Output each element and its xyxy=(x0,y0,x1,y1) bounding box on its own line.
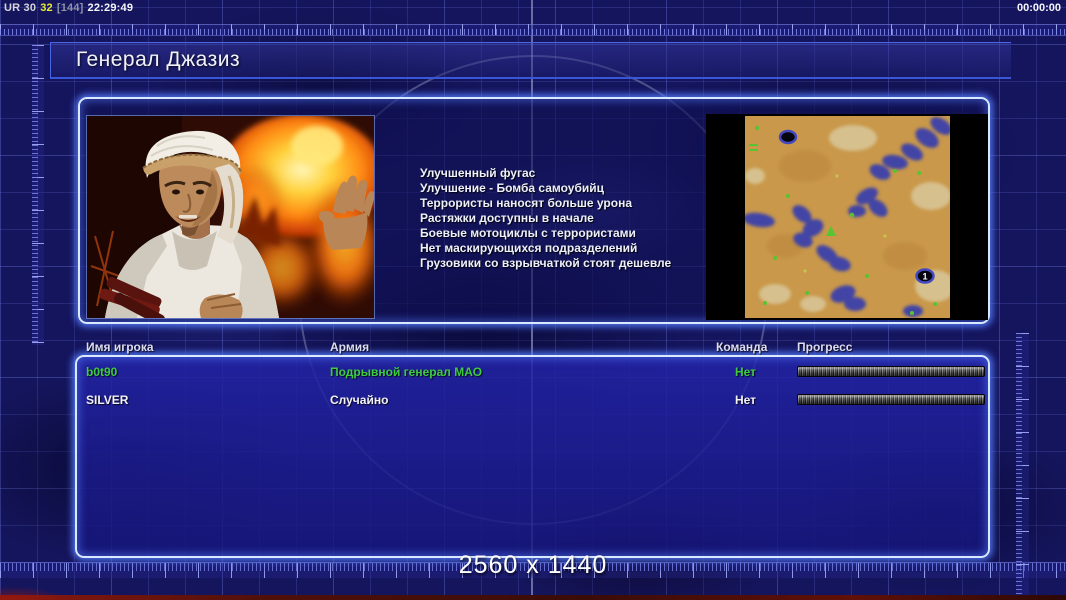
fps-value: 32 xyxy=(40,2,53,14)
ruler-top xyxy=(0,24,1066,36)
local-time: 22:29:49 xyxy=(87,2,134,14)
title-bar: Генерал Джазиз xyxy=(50,42,1011,79)
general-bonus-list: Улучшенный фугас Улучшение - Бомба самоу… xyxy=(420,166,671,271)
bottom-red-strip xyxy=(0,595,1066,600)
ruler-left xyxy=(32,45,44,345)
column-header-team: Команда xyxy=(716,340,768,354)
bonus-item: Террористы наносят больше урона xyxy=(420,196,633,210)
fps-label: UR 30 xyxy=(4,2,37,14)
bonus-item: Растяжки доступны в начале xyxy=(420,211,594,225)
player-army: Случайно xyxy=(330,393,389,407)
fps-bracket-value: [144] xyxy=(56,2,84,14)
loading-progress-bar xyxy=(797,366,985,377)
page-title: Генерал Джазиз xyxy=(76,48,241,71)
bottom-left-red-glow xyxy=(0,578,90,600)
game-timer: 00:00:00 xyxy=(1016,2,1061,14)
column-header-player-name: Имя игрока xyxy=(86,340,154,354)
player-name: b0t90 xyxy=(86,365,118,379)
bonus-item: Улучшение - Бомба самоубийц xyxy=(420,181,604,195)
player-team: Нет xyxy=(735,393,757,407)
bonus-item: Улучшенный фугас xyxy=(420,166,536,180)
player-name: SILVER xyxy=(86,393,129,407)
bonus-item: Боевые мотоциклы с террористами xyxy=(420,226,636,240)
loading-progress-bar xyxy=(797,394,985,405)
general-portrait-image xyxy=(86,115,375,319)
resolution-label: 2560 x 1440 xyxy=(458,551,608,579)
fps-status-readout: UR 30 32 [144] 22:29:49 xyxy=(4,2,137,14)
bonus-item: Нет маскирующихся подразделений xyxy=(420,241,638,255)
loading-screen: UR 30 32 [144] 22:29:49 00:00:00 Генерал Дж… xyxy=(0,0,1066,600)
start-position-number: 1 xyxy=(922,272,927,282)
column-header-progress: Прогресс xyxy=(797,340,853,354)
player-team: Нет xyxy=(735,365,757,379)
bonus-item: Грузовики со взрывчаткой стоят дешевле xyxy=(420,256,672,270)
minimap-preview: 1 xyxy=(706,114,988,320)
players-table-panel xyxy=(75,355,990,558)
column-header-army: Армия xyxy=(330,340,370,354)
player-army: Подрывной генерал МАО xyxy=(330,365,483,379)
start-position-marker xyxy=(778,129,798,145)
